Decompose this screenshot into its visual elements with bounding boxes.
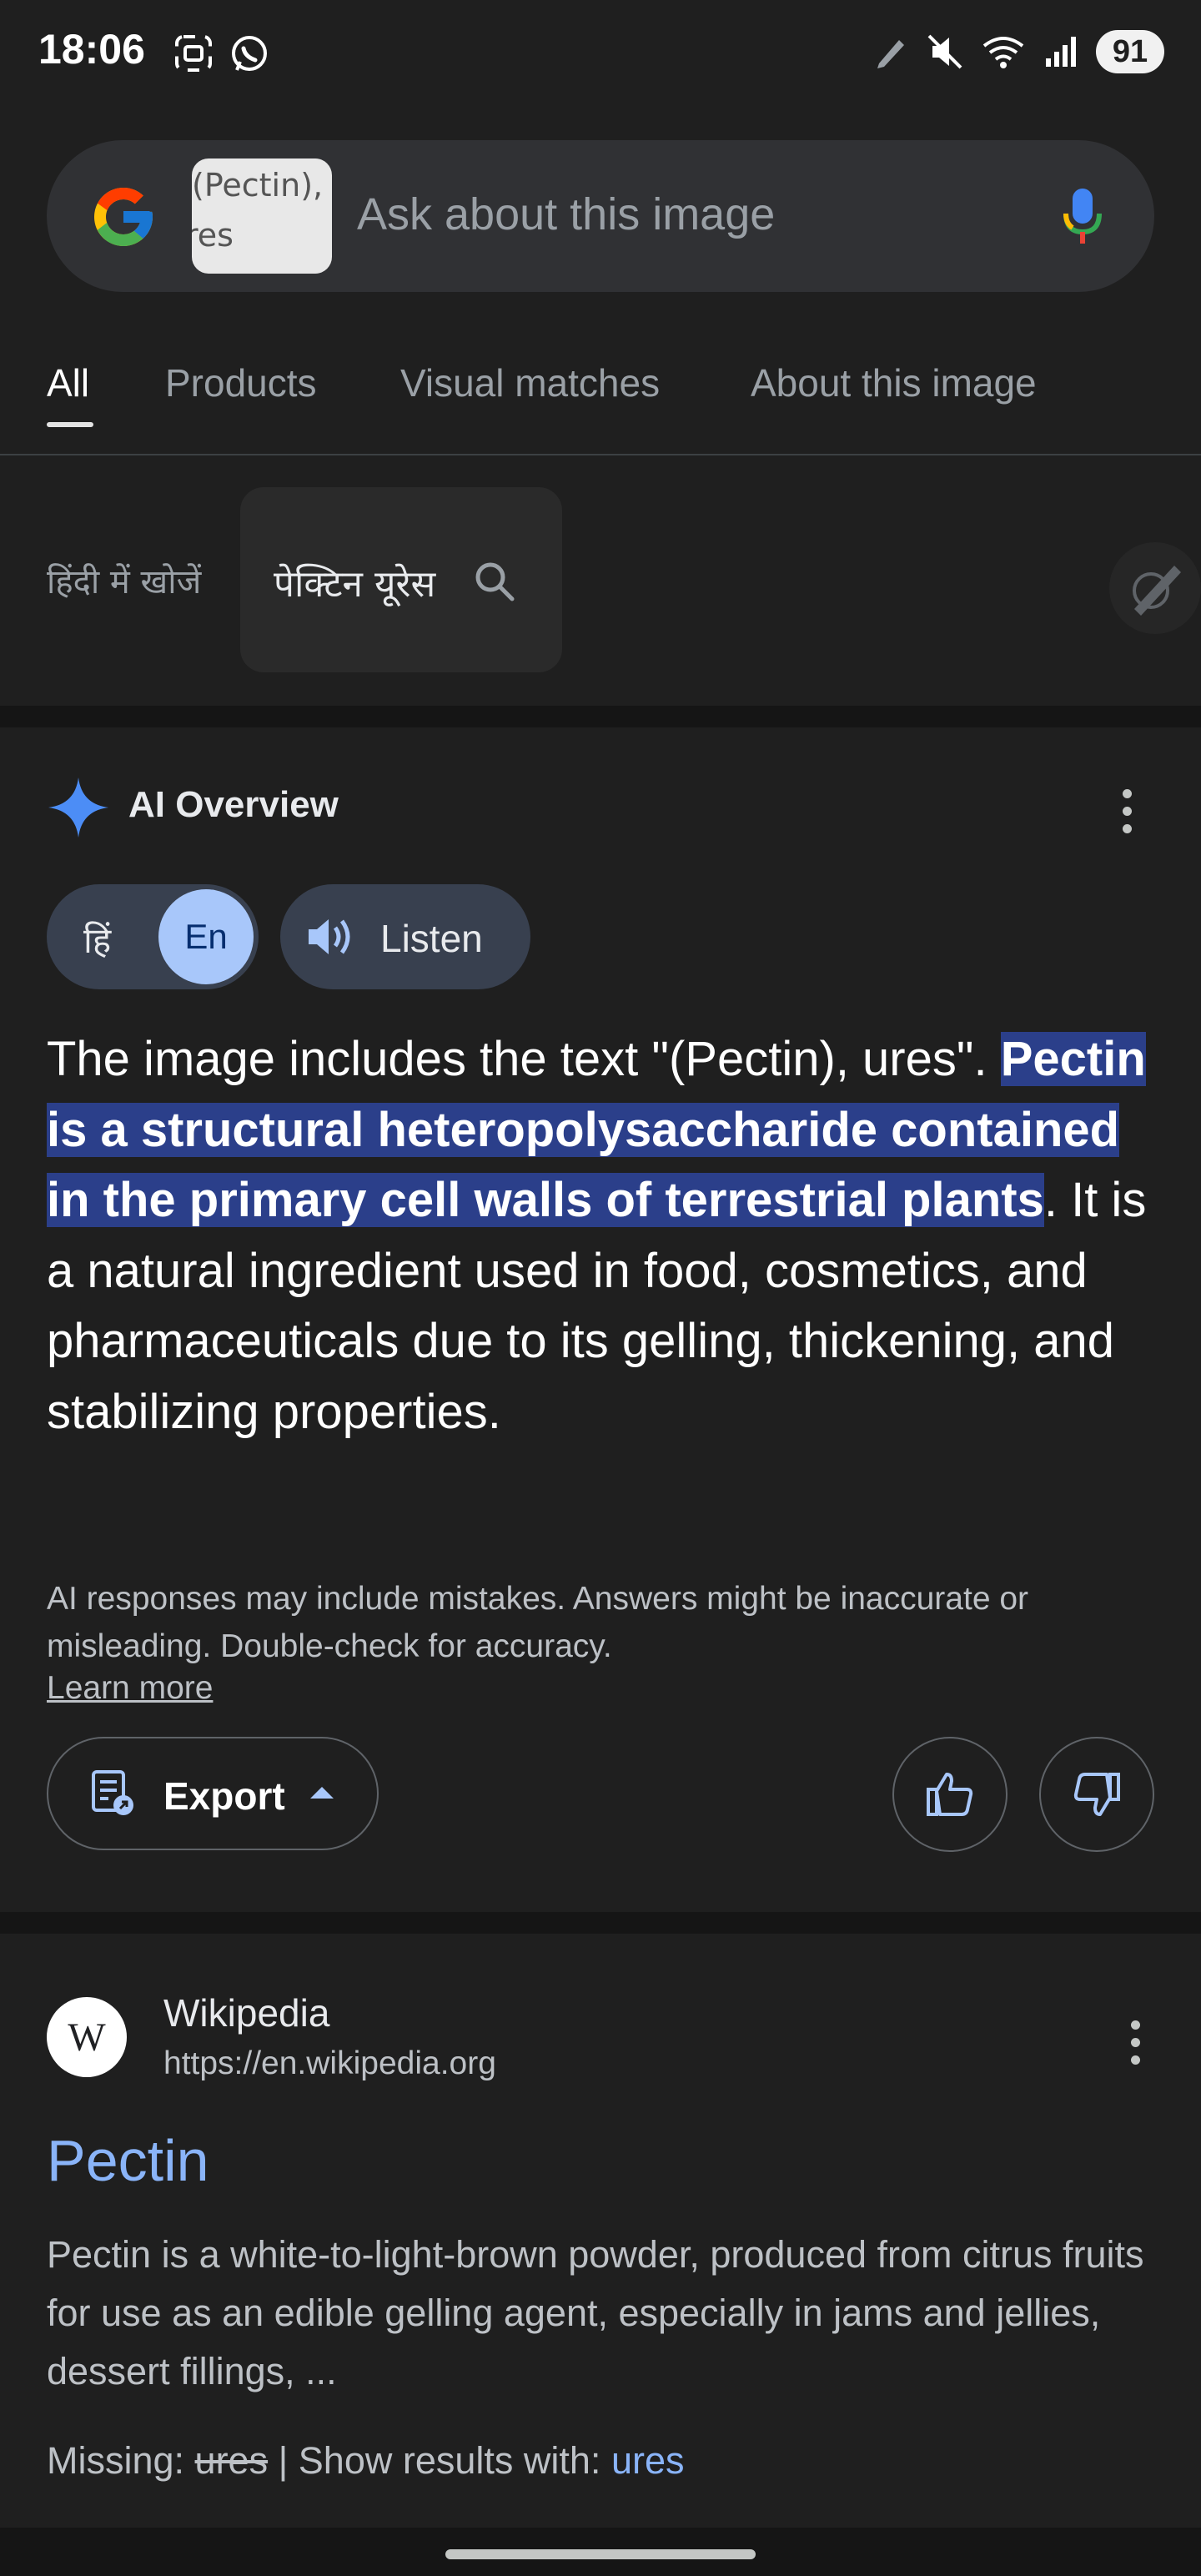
tab-active-indicator — [47, 422, 93, 427]
show-results-with-link[interactable]: ures — [611, 2439, 685, 2482]
result-source-name[interactable]: Wikipedia — [163, 1990, 329, 2035]
result-title-link[interactable]: Pectin — [47, 2127, 209, 2194]
tab-all[interactable]: All — [47, 360, 89, 405]
thumbs-up-icon — [927, 1773, 973, 1816]
edit-button[interactable] — [1109, 542, 1201, 634]
result-source-url[interactable]: https://en.wikipedia.org — [163, 2045, 496, 2082]
language-english-option[interactable]: En — [158, 889, 254, 984]
microphone-icon[interactable] — [1059, 185, 1106, 249]
ai-disclaimer: AI responses may include mistakes. Answe… — [47, 1581, 1029, 1664]
whatsapp-icon — [232, 36, 267, 71]
ai-overview-title: AI Overview — [128, 784, 339, 825]
pen-icon — [877, 40, 904, 68]
screenshot-icon — [175, 35, 212, 72]
tab-visual-matches[interactable]: Visual matches — [400, 360, 660, 405]
tab-divider — [0, 454, 1201, 455]
ai-overview-more-icon[interactable] — [1123, 789, 1132, 833]
learn-more-link[interactable]: Learn more — [47, 1670, 213, 1707]
section-separator — [0, 1912, 1201, 1934]
speaker-icon — [309, 919, 350, 954]
caret-up-icon — [310, 1787, 334, 1799]
result-more-icon[interactable] — [1131, 2020, 1140, 2065]
language-hindi-option[interactable]: हिं — [83, 916, 111, 963]
export-label: Export — [163, 1774, 285, 1818]
battery-indicator: 91 — [1096, 30, 1164, 73]
search-icon — [475, 562, 515, 601]
hindi-search-query: पेक्टिन यूरेस — [274, 563, 436, 606]
listen-label: Listen — [380, 917, 483, 960]
thumbs-down-button[interactable] — [1039, 1737, 1154, 1852]
thumbs-down-icon — [1073, 1773, 1120, 1816]
sparkle-icon — [48, 777, 108, 838]
signal-icon — [1046, 37, 1076, 67]
google-logo-icon — [94, 188, 153, 246]
mute-icon — [927, 34, 962, 69]
export-doc-icon — [92, 1770, 133, 1815]
image-thumbnail[interactable]: (Pectin), res — [192, 158, 332, 274]
tab-products[interactable]: Products — [165, 360, 317, 405]
search-input[interactable]: Ask about this image — [357, 189, 775, 240]
missing-terms: Missing: ures | Show results with: ures — [47, 2439, 685, 2482]
wifi-icon — [982, 37, 1024, 68]
thumbs-up-button[interactable] — [892, 1737, 1008, 1852]
hindi-search-label: हिंदी में खोजें — [47, 563, 202, 601]
edit-icon — [1133, 566, 1181, 616]
ai-overview-text: The image includes the text "(Pectin), u… — [47, 1032, 1147, 1439]
section-separator — [0, 706, 1201, 727]
result-snippet: Pectin is a white-to-light-brown powder,… — [47, 2233, 1144, 2392]
home-indicator[interactable] — [445, 2549, 756, 2559]
wikipedia-logo-icon: W — [47, 1997, 127, 2077]
status-time: 18:06 — [38, 26, 145, 73]
tab-about-this-image[interactable]: About this image — [751, 360, 1037, 405]
